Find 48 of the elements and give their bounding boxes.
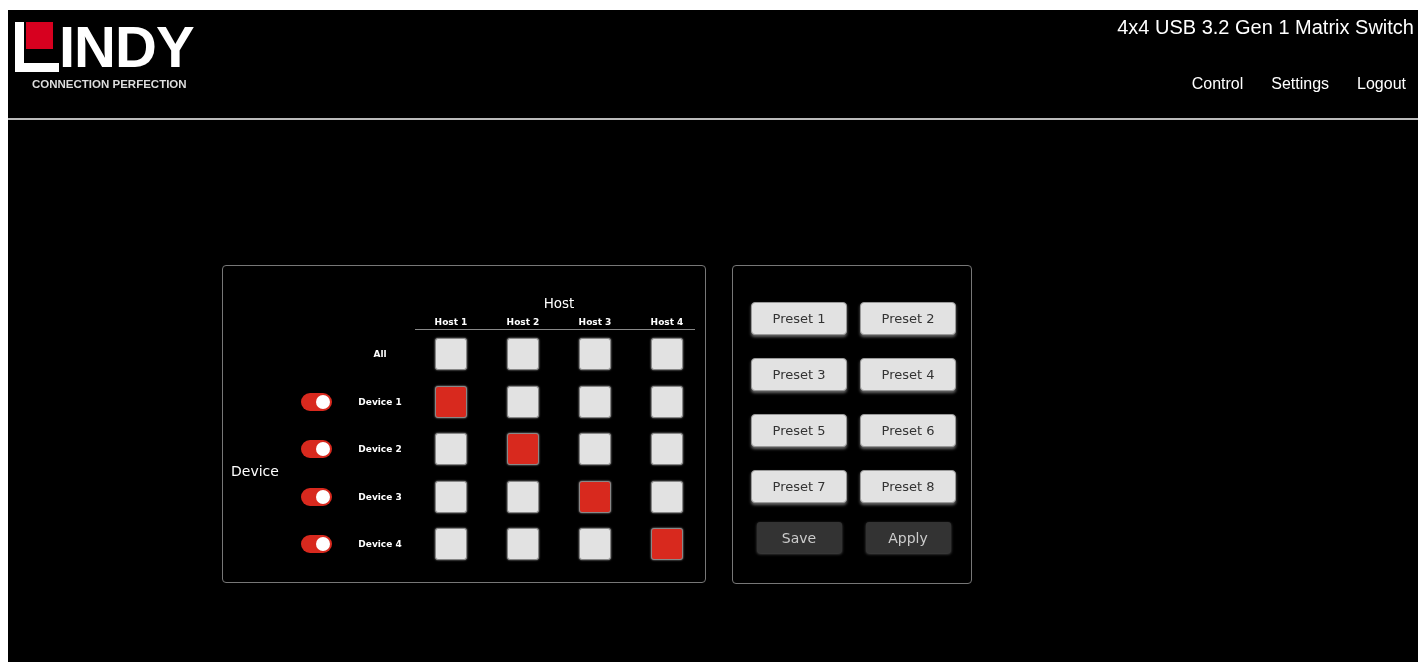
row-label: Device 4 xyxy=(358,539,402,550)
route-button[interactable] xyxy=(507,480,539,513)
nav-link[interactable]: Settings xyxy=(1271,75,1330,93)
row-label: All xyxy=(373,349,387,359)
device-heading: Device xyxy=(231,462,279,479)
host-column-label: Host 1 xyxy=(434,317,468,327)
route-button[interactable] xyxy=(435,528,467,561)
nav-link[interactable]: Logout xyxy=(1357,75,1406,93)
route-all-button[interactable] xyxy=(579,338,611,370)
apply-button[interactable]: Apply xyxy=(865,522,951,553)
device-toggle[interactable] xyxy=(300,535,332,554)
preset-button[interactable]: Preset 3 xyxy=(751,358,847,391)
device-toggle[interactable] xyxy=(300,487,332,506)
host-column-label: Host 2 xyxy=(506,317,540,327)
preset-button[interactable]: Preset 2 xyxy=(860,302,956,335)
logo-text: INDY xyxy=(59,22,194,72)
route-button[interactable] xyxy=(579,433,611,466)
route-button[interactable] xyxy=(651,433,683,466)
nav-link[interactable]: Control xyxy=(1191,75,1244,93)
host-heading: Host xyxy=(543,295,575,311)
save-button[interactable]: Save xyxy=(756,522,842,553)
row-label: Device 2 xyxy=(358,444,402,455)
route-all-button[interactable] xyxy=(651,338,683,370)
host-column-label: Host 3 xyxy=(578,317,612,327)
row-label: Device 3 xyxy=(358,491,402,502)
page-title: 4x4 USB 3.2 Gen 1 Matrix Switch xyxy=(1117,16,1414,39)
preset-button[interactable]: Preset 8 xyxy=(860,470,956,503)
logo-mark-icon xyxy=(15,22,59,72)
route-button[interactable] xyxy=(651,480,683,513)
preset-button[interactable]: Preset 1 xyxy=(751,302,847,335)
route-all-button[interactable] xyxy=(507,338,539,370)
route-all-button[interactable] xyxy=(435,338,467,370)
preset-button[interactable]: Preset 4 xyxy=(860,358,956,391)
route-button[interactable] xyxy=(651,385,683,418)
route-button[interactable] xyxy=(507,528,539,561)
preset-button[interactable]: Preset 5 xyxy=(751,414,847,447)
route-button[interactable] xyxy=(579,528,611,561)
device-toggle[interactable] xyxy=(300,440,332,459)
device-toggle[interactable] xyxy=(300,392,332,411)
logo-tagline: CONNECTION PERFECTION xyxy=(32,78,188,90)
route-button[interactable] xyxy=(435,480,467,513)
row-label: Device 1 xyxy=(358,396,402,407)
host-column-label: Host 4 xyxy=(650,317,684,327)
route-button[interactable] xyxy=(435,433,467,466)
preset-button[interactable]: Preset 7 xyxy=(751,470,847,503)
route-button[interactable] xyxy=(579,385,611,418)
preset-button[interactable]: Preset 6 xyxy=(860,414,956,447)
route-button[interactable] xyxy=(507,385,539,418)
